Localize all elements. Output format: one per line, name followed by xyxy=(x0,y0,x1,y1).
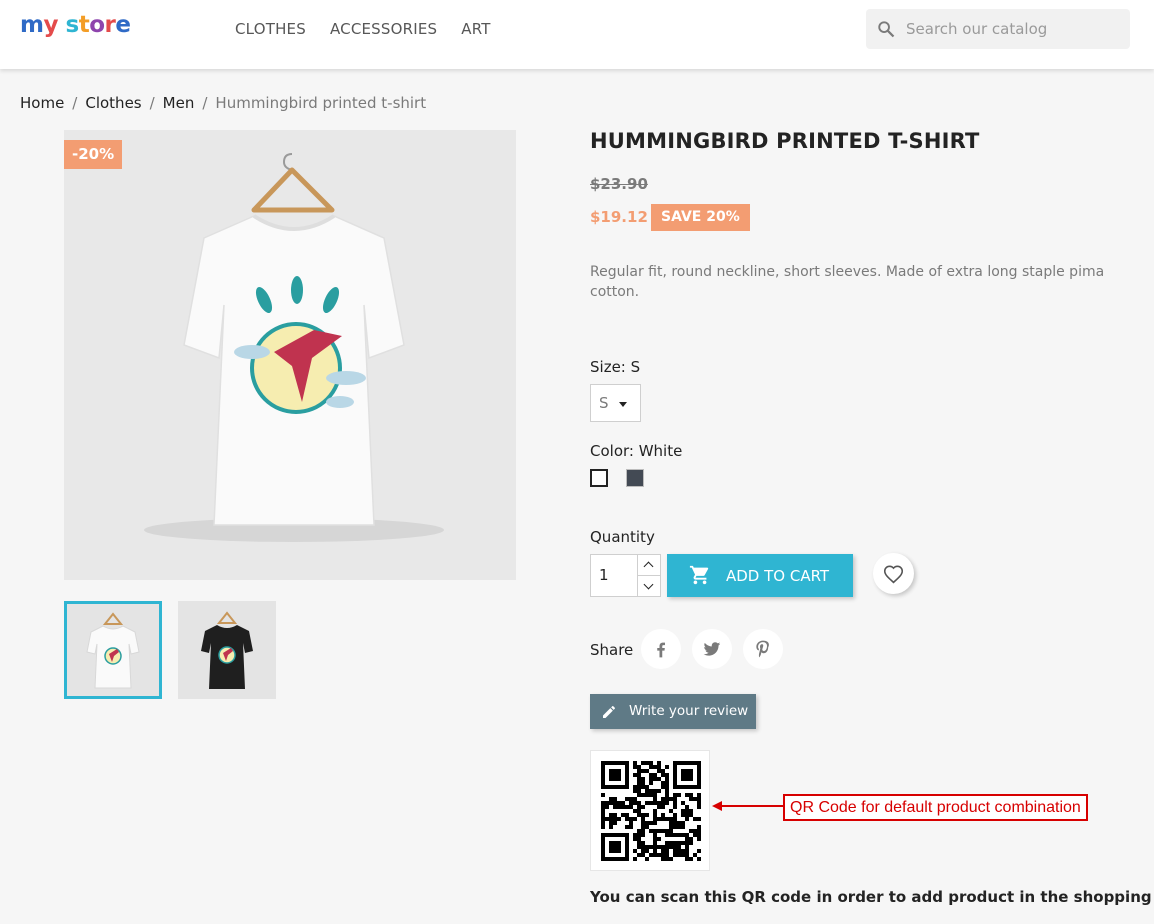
add-to-cart-button[interactable]: ADD TO CART xyxy=(667,554,853,597)
product-description: Regular fit, round neckline, short sleev… xyxy=(590,264,1105,300)
add-to-cart-label: ADD TO CART xyxy=(726,566,830,585)
discount-flag: -20% xyxy=(64,140,123,169)
quantity-up-button[interactable] xyxy=(637,555,661,576)
write-review-label: Write your review xyxy=(629,703,749,719)
share-facebook-button[interactable] xyxy=(641,629,681,669)
logo-text-store: store xyxy=(65,12,131,38)
quantity-input[interactable] xyxy=(599,566,635,584)
thumbnail-black[interactable] xyxy=(178,601,276,699)
quantity-down-button[interactable] xyxy=(637,576,661,597)
breadcrumb-current: Hummingbird printed t-shirt xyxy=(215,94,427,112)
breadcrumb: Home / Clothes / Men / Hummingbird print… xyxy=(20,94,426,112)
breadcrumb-men[interactable]: Men xyxy=(163,94,195,112)
product-main-image[interactable] xyxy=(64,130,516,580)
breadcrumb-separator: / xyxy=(72,94,78,112)
share-twitter-button[interactable] xyxy=(692,629,732,669)
qr-code-image xyxy=(601,761,701,861)
thumbnail-black-image xyxy=(201,611,253,689)
arrow-left-icon xyxy=(712,801,784,811)
nav-accessories[interactable]: ACCESSORIES xyxy=(330,20,437,38)
pinterest-icon xyxy=(756,640,769,658)
qr-code xyxy=(590,750,710,871)
search-input[interactable] xyxy=(906,9,1121,49)
quantity-stepper xyxy=(590,554,661,597)
thumbnail-white-image xyxy=(86,612,140,689)
color-swatch-black[interactable] xyxy=(626,469,644,487)
product-title: HUMMINGBIRD PRINTED T-SHIRT xyxy=(590,129,980,153)
color-label: Color: White xyxy=(590,442,683,460)
breadcrumb-separator: / xyxy=(202,94,208,112)
breadcrumb-separator: / xyxy=(149,94,155,112)
current-price: $19.12 xyxy=(590,208,648,226)
save-badge: SAVE 20% xyxy=(651,204,750,231)
thumbnail-white[interactable] xyxy=(64,601,162,699)
size-select-value: S xyxy=(599,394,609,412)
write-review-button[interactable]: Write your review xyxy=(590,694,756,729)
share-pinterest-button[interactable] xyxy=(743,629,783,669)
size-select[interactable]: S xyxy=(590,384,641,422)
main-nav: CLOTHES ACCESSORIES ART xyxy=(235,20,491,38)
twitter-icon xyxy=(703,642,721,656)
size-label: Size: S xyxy=(590,358,641,376)
color-swatch-white[interactable] xyxy=(590,469,608,487)
store-logo[interactable]: my store xyxy=(20,12,131,38)
breadcrumb-home[interactable]: Home xyxy=(20,94,64,112)
logo-text-my: my xyxy=(20,12,58,38)
qr-scan-note: You can scan this QR code in order to ad… xyxy=(590,888,1154,906)
share-label: Share xyxy=(590,641,634,659)
nav-clothes[interactable]: CLOTHES xyxy=(235,20,306,38)
heart-icon xyxy=(883,565,904,584)
wishlist-button[interactable] xyxy=(873,553,914,594)
shopping-cart-icon xyxy=(689,565,709,585)
tshirt-white-image xyxy=(144,153,444,542)
facebook-icon xyxy=(657,642,665,658)
site-header: my store CLOTHES ACCESSORIES ART xyxy=(0,0,1154,69)
search-icon[interactable] xyxy=(877,20,895,38)
pencil-icon xyxy=(603,706,615,718)
regular-price: $23.90 xyxy=(590,175,648,193)
qr-callout-label: QR Code for default product combination xyxy=(783,794,1088,821)
quantity-label: Quantity xyxy=(590,528,655,546)
breadcrumb-clothes[interactable]: Clothes xyxy=(85,94,141,112)
search-box xyxy=(866,9,1130,49)
nav-art[interactable]: ART xyxy=(461,20,490,38)
caret-down-icon xyxy=(619,402,627,407)
